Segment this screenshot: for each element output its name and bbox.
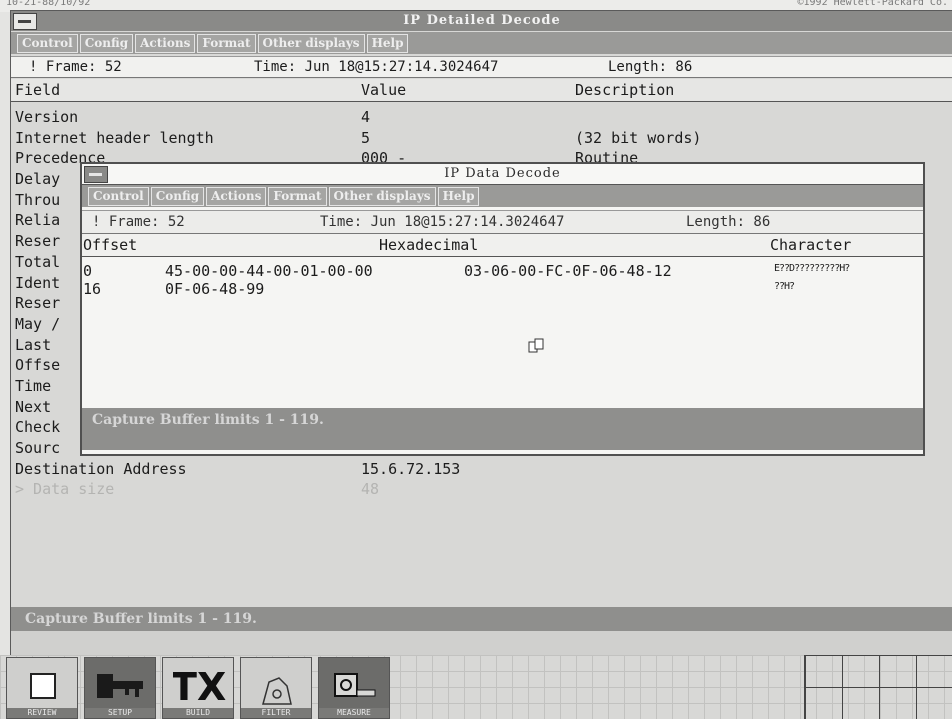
column-offset: Offset <box>83 236 138 254</box>
menu-other-displays[interactable]: Other displays <box>257 34 365 53</box>
field-name: Reser <box>15 294 61 313</box>
menu-actions[interactable]: Actions <box>135 34 196 53</box>
data-window-title: IP Data Decode <box>444 166 561 181</box>
field-row[interactable]: Version 4 <box>11 107 952 128</box>
hex-bytes-a: 0F-06-48-99 <box>165 280 265 298</box>
data-status-bar: Capture Buffer limits 1 - 119. <box>82 408 923 450</box>
tx-tools-icon: T X <box>173 665 226 709</box>
hex-offset: 16 <box>83 280 102 298</box>
svg-text:T: T <box>173 665 197 709</box>
filter-icon <box>262 677 292 705</box>
frame-number: ! Frame: 52 <box>29 59 122 75</box>
field-row[interactable]: Destination Address 15.6.72.153 <box>11 459 952 480</box>
column-header: Field Value Description <box>11 79 952 102</box>
field-value: 4 <box>361 108 371 126</box>
frame-time: Time: Jun 18@15:27:14.3024647 <box>254 59 499 75</box>
status-bar: Capture Buffer limits 1 - 119. <box>11 607 952 631</box>
build-button[interactable]: T X BUILD <box>162 657 234 719</box>
column-field: Field <box>15 81 61 99</box>
frame-info-bar: ! Frame: 52 Time: Jun 18@15:27:14.302464… <box>11 56 952 78</box>
filter-button[interactable]: FILTER <box>240 657 312 719</box>
data-menu-bar: Control Config Actions Format Other disp… <box>82 185 923 207</box>
field-name: Delay <box>15 170 61 189</box>
data-frame-number: ! Frame: 52 <box>92 214 185 230</box>
ip-data-decode-window: IP Data Decode Control Config Actions Fo… <box>80 162 925 456</box>
field-description: (32 bit words) <box>575 128 702 147</box>
field-name: Offse <box>15 356 61 375</box>
field-name: Last <box>15 335 52 354</box>
char-cell: E??D?????????H? <box>774 263 850 274</box>
field-row[interactable]: Internet header length 5 (32 bit words) <box>11 128 952 149</box>
build-label: BUILD <box>163 708 233 718</box>
field-name: > Data size <box>15 480 115 499</box>
setup-button[interactable]: SETUP <box>84 657 156 719</box>
field-value: 5 <box>361 128 371 147</box>
hex-bytes-a: 45-00-00-44-00-01-00-00 <box>165 262 373 280</box>
column-hexadecimal: Hexadecimal <box>379 236 479 254</box>
top-strip-left: 10-21-88/10/92 <box>6 0 91 8</box>
taskbar: REVIEW SETUP T X BUILD FILTER MEASURE <box>0 655 952 719</box>
data-menu-config[interactable]: Config <box>150 187 205 206</box>
field-value: 15.6.72.153 <box>361 459 461 478</box>
field-name: Next <box>15 397 52 416</box>
data-frame-time: Time: Jun 18@15:27:14.3024647 <box>320 214 565 230</box>
data-menu-other-displays[interactable]: Other displays <box>328 187 436 206</box>
measure-button[interactable]: MEASURE <box>318 657 390 719</box>
review-label: REVIEW <box>7 708 77 718</box>
field-name: Sourc <box>15 439 61 457</box>
data-title-bar[interactable]: IP Data Decode <box>82 164 923 185</box>
data-frame-length: Length: 86 <box>686 214 771 230</box>
char-cell: ??H? <box>774 281 795 292</box>
tape-measure-icon <box>334 673 376 697</box>
field-name: Version <box>15 108 79 126</box>
column-description: Description <box>575 81 675 99</box>
data-menu-control[interactable]: Control <box>88 187 149 206</box>
window-title: IP Detailed Decode <box>403 13 561 28</box>
field-value: 48 <box>361 480 380 499</box>
column-character: Character <box>770 236 852 254</box>
menu-config[interactable]: Config <box>79 34 134 53</box>
data-column-header: Offset Hexadecimal Character <box>82 234 923 257</box>
data-menu-format[interactable]: Format <box>268 187 327 206</box>
title-bar[interactable]: IP Detailed Decode <box>11 11 952 31</box>
copy-cursor-icon <box>528 338 544 353</box>
data-menu-help[interactable]: Help <box>437 187 480 206</box>
frame-length: Length: 86 <box>608 59 693 75</box>
menu-control[interactable]: Control <box>17 34 78 53</box>
measure-label: MEASURE <box>319 708 389 718</box>
key-icon <box>97 674 143 698</box>
filter-label: FILTER <box>241 708 311 718</box>
field-name: Relia <box>15 211 61 230</box>
hex-offset: 0 <box>83 262 93 280</box>
field-name: Internet header length <box>15 128 214 147</box>
setup-label: SETUP <box>85 708 155 718</box>
field-name: Reser <box>15 232 61 251</box>
svg-text:X: X <box>197 665 226 709</box>
field-name: Ident <box>15 273 61 292</box>
field-name: Throu <box>15 190 61 209</box>
column-value: Value <box>361 81 407 99</box>
menu-format[interactable]: Format <box>197 34 256 53</box>
field-name: Time <box>15 376 52 395</box>
data-frame-info-bar: ! Frame: 52 Time: Jun 18@15:27:14.302464… <box>82 210 923 234</box>
field-name: Total <box>15 252 61 271</box>
window-bottom-area <box>11 631 952 656</box>
taskbar-grid <box>804 655 952 719</box>
field-row[interactable]: > Data size 48 <box>11 479 952 500</box>
review-button[interactable]: REVIEW <box>6 657 78 719</box>
data-menu-actions[interactable]: Actions <box>206 187 267 206</box>
field-name: May / <box>15 314 61 333</box>
field-name: Check <box>15 418 61 437</box>
hex-bytes-b: 03-06-00-FC-0F-06-48-12 <box>464 262 672 280</box>
menu-help[interactable]: Help <box>366 34 409 53</box>
top-strip-right: ©1992 Hewlett-Packard Co. <box>797 0 948 8</box>
menu-bar: Control Config Actions Format Other disp… <box>11 32 952 54</box>
field-name: Destination Address <box>15 459 187 478</box>
blank-square-icon <box>30 673 56 699</box>
